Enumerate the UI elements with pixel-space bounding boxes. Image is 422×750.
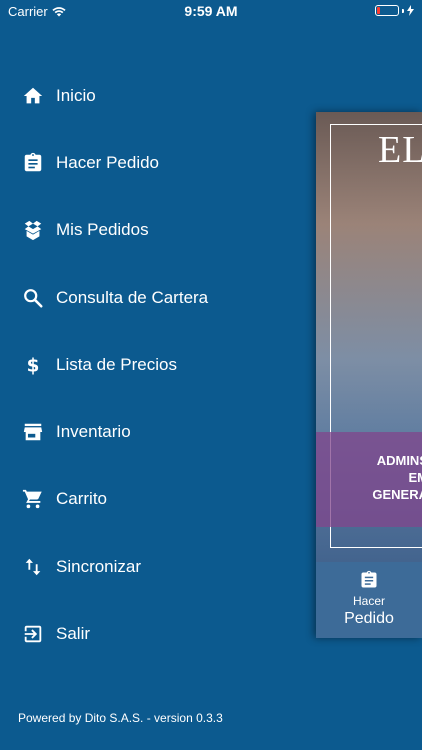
carrier-indicator: Carrier [8,4,66,19]
battery-indicator [375,5,414,16]
hero-banner-text: ADMINS EM GENERA [372,453,422,502]
clipboard-icon [22,152,44,174]
sync-arrows-icon [22,556,44,578]
menu-item-inicio[interactable]: Inicio [0,62,300,129]
menu-item-label: Inventario [56,422,131,442]
home-icon [22,85,44,107]
battery-level-fill [377,7,380,14]
brand-logo: EL [378,129,422,171]
menu-item-label: Consulta de Cartera [56,287,209,307]
side-menu: Inicio Hacer Pedido Mis Pedidos Consulta… [0,62,300,668]
dollar-icon: $ [22,354,44,376]
menu-item-label: Salir [56,624,91,644]
menu-item-mis-pedidos[interactable]: Mis Pedidos [0,197,300,264]
open-box-icon [22,219,44,241]
menu-item-label: Mis Pedidos [56,220,149,240]
charging-bolt-icon [407,5,414,16]
search-icon [22,287,44,309]
app-screen: Carrier 9:59 AM Inicio Hacer Pedido Mis … [0,0,422,750]
menu-item-salir[interactable]: Salir [0,600,300,667]
status-bar: Carrier 9:59 AM [0,0,422,24]
menu-item-label: Inicio [56,85,96,105]
menu-item-consulta-de-cartera[interactable]: Consulta de Cartera [0,264,300,331]
menu-item-sincronizar[interactable]: Sincronizar [0,533,300,600]
menu-item-inventario[interactable]: Inventario [0,398,300,465]
cart-icon [22,488,44,510]
battery-tip [402,8,404,13]
battery-icon [375,5,399,16]
menu-item-label: Carrito [56,489,108,509]
menu-item-label: Lista de Precios [56,354,177,374]
tab-label-line2: Pedido [344,610,394,627]
menu-item-carrito[interactable]: Carrito [0,466,300,533]
menu-item-lista-de-precios[interactable]: $ Lista de Precios [0,331,300,398]
carrier-label: Carrier [8,4,48,19]
wifi-icon [52,7,66,17]
tab-hacer-pedido[interactable]: Hacer Pedido [316,562,422,638]
hero-image: EL ADMINS EM GENERA [316,112,422,562]
menu-item-label: Hacer Pedido [56,152,160,172]
main-screen-preview[interactable]: EL ADMINS EM GENERA Hacer Pedido [316,112,422,638]
store-icon [22,421,44,443]
exit-icon [22,623,44,645]
menu-item-hacer-pedido[interactable]: Hacer Pedido [0,129,300,196]
menu-item-label: Sincronizar [56,556,142,576]
svg-text:$: $ [27,355,40,376]
clipboard-icon [361,570,377,588]
tab-label-line1: Hacer [352,594,385,608]
footer-version: Powered by Dito S.A.S. - version 0.3.3 [18,711,223,725]
